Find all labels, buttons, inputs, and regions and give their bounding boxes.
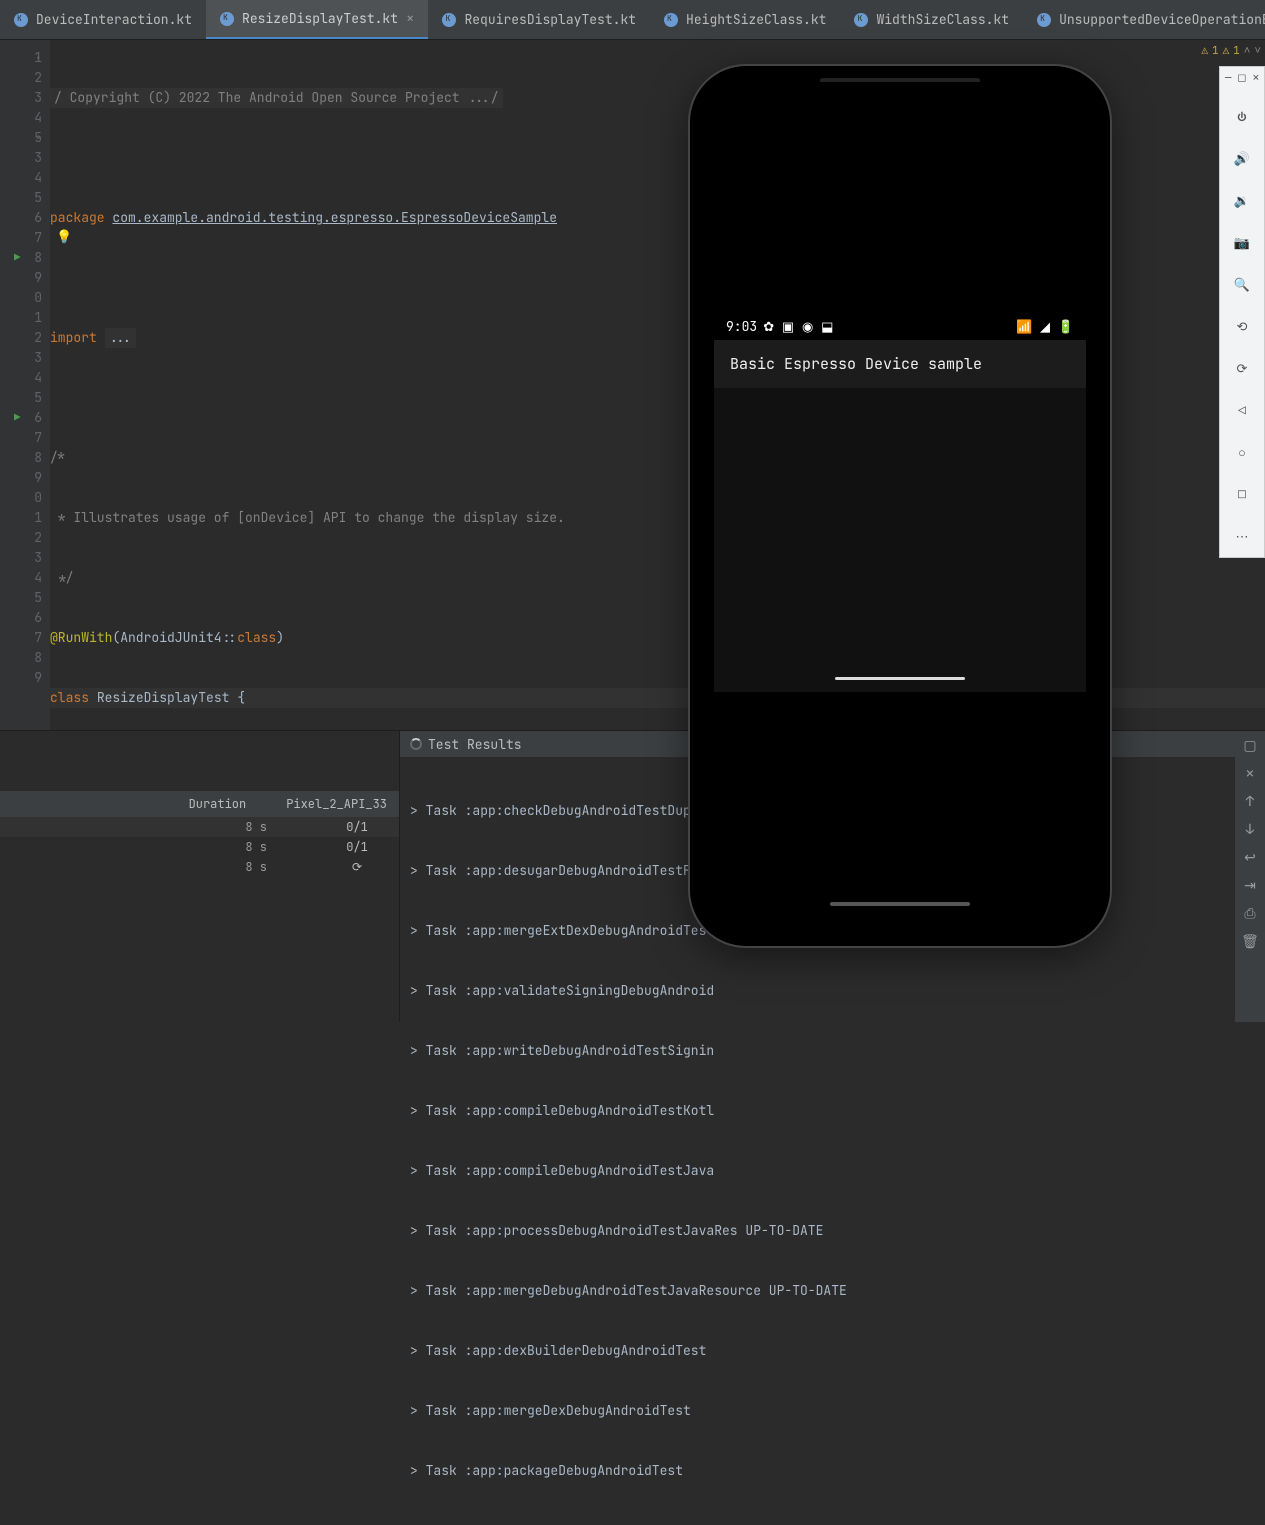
editor-tab-bar: DeviceInteraction.kt ResizeDisplayTest.k… — [0, 0, 1265, 40]
screenshot-icon[interactable]: 📷 — [1225, 225, 1259, 259]
emulator-device-frame: 9:03 ✿ ▣ ◉ ⬓ 📶 ◢ 🔋 Basic Espresso Device… — [690, 66, 1110, 946]
power-icon[interactable]: ⏻ — [1225, 99, 1259, 133]
line-gutter: 1▸ 234 5▸ 3456 7 8▶ 9012345 6▶ 789012345… — [0, 40, 50, 730]
print-icon[interactable]: ⎙ — [1244, 905, 1255, 923]
volume-down-icon[interactable]: 🔉 — [1225, 183, 1259, 217]
tab-label: ResizeDisplayTest.kt — [242, 10, 398, 27]
down-icon[interactable]: ↓ — [1246, 821, 1254, 839]
tab-deviceinteraction[interactable]: DeviceInteraction.kt — [0, 0, 206, 39]
test-row[interactable]: 8 s 0/1 — [0, 817, 399, 837]
status-icons: ✿ ▣ ◉ ⬓ — [763, 318, 833, 335]
tab-label: HeightSizeClass.kt — [686, 11, 826, 28]
copyright-comment: / Copyright (C) 2022 The Android Open So… — [50, 88, 503, 108]
close-panel-icon[interactable]: ✕ — [1246, 765, 1254, 783]
inspection-summary[interactable]: ⚠1 ⚠1 ˄ ˅ — [1201, 44, 1261, 58]
prev-highlight-icon[interactable]: ˄ — [1244, 44, 1251, 58]
nav-handle — [830, 902, 970, 906]
scroll-to-end-icon[interactable]: ⇥ — [1244, 877, 1256, 895]
tab-heightsizeclass[interactable]: HeightSizeClass.kt — [650, 0, 840, 39]
tab-label: WidthSizeClass.kt — [876, 11, 1009, 28]
fold-icon[interactable]: ▸ — [36, 128, 41, 148]
emulator-screen[interactable]: 9:03 ✿ ▣ ◉ ⬓ 📶 ◢ 🔋 Basic Espresso Device… — [714, 312, 1086, 692]
tab-label: RequiresDisplayTest.kt — [464, 11, 636, 28]
intention-bulb-icon[interactable]: 💡 — [56, 228, 72, 245]
home-icon[interactable]: ○ — [1225, 435, 1259, 469]
soft-wrap-icon[interactable]: ↩ — [1244, 849, 1256, 867]
tab-resizedisplaytest[interactable]: ResizeDisplayTest.kt × — [206, 0, 428, 39]
clock: 9:03 — [726, 318, 757, 335]
rotate-left-icon[interactable]: ⟲ — [1225, 309, 1259, 343]
close-tab-icon[interactable]: × — [406, 10, 414, 28]
close-icon[interactable]: ✕ — [1253, 71, 1260, 85]
warning-icon: ⚠ — [1223, 44, 1230, 58]
rotate-right-icon[interactable]: ⟳ — [1225, 351, 1259, 385]
run-class-gutter-icon[interactable]: ▶ — [14, 248, 21, 268]
kotlin-file-icon — [854, 13, 868, 27]
kotlin-file-icon — [1037, 13, 1051, 27]
output-title: Test Results — [428, 736, 522, 753]
test-row[interactable]: 8 s ⟳ — [0, 857, 399, 877]
kotlin-file-icon — [442, 13, 456, 27]
status-right-icons: 📶 ◢ 🔋 — [1016, 318, 1074, 335]
progress-spinner-icon — [410, 738, 422, 750]
back-icon[interactable]: ◁ — [1225, 393, 1259, 427]
tab-requiresdisplaytest[interactable]: RequiresDisplayTest.kt — [428, 0, 650, 39]
output-side-toolbar: ▢ ✕ ↑ ↓ ↩ ⇥ ⎙ 🗑 — [1235, 731, 1265, 1022]
layout-icon[interactable]: ▢ — [1243, 737, 1256, 755]
float-icon[interactable]: ◻ — [1237, 71, 1246, 85]
overview-icon[interactable]: □ — [1225, 477, 1259, 511]
tab-label: DeviceInteraction.kt — [36, 11, 192, 28]
tab-widthsizeclass[interactable]: WidthSizeClass.kt — [840, 0, 1023, 39]
zoom-icon[interactable]: 🔍 — [1225, 267, 1259, 301]
run-test-gutter-icon[interactable]: ▶ — [14, 408, 21, 428]
minimize-icon[interactable]: — — [1225, 71, 1232, 85]
trash-icon[interactable]: 🗑 — [1241, 933, 1259, 951]
warning-icon: ⚠ — [1201, 44, 1208, 58]
fold-icon[interactable]: ▸ — [36, 48, 41, 68]
col-duration: Duration — [189, 796, 247, 812]
test-tree-panel: Duration Pixel_2_API_33 8 s 0/1 8 s 0/1 … — [0, 731, 400, 1022]
tab-label: UnsupportedDeviceOperationExcepti — [1059, 11, 1265, 28]
volume-up-icon[interactable]: 🔊 — [1225, 141, 1259, 175]
android-status-bar: 9:03 ✿ ▣ ◉ ⬓ 📶 ◢ 🔋 — [714, 312, 1086, 340]
kotlin-file-icon — [14, 13, 28, 27]
kotlin-file-icon — [220, 12, 234, 26]
up-icon[interactable]: ↑ — [1246, 793, 1254, 811]
app-title-bar: Basic Espresso Device sample — [714, 340, 1086, 388]
gesture-bar[interactable] — [835, 677, 965, 680]
more-icon[interactable]: ⋯ — [1225, 519, 1259, 553]
tab-unsupportedexception[interactable]: UnsupportedDeviceOperationExcepti — [1023, 0, 1265, 39]
kotlin-file-icon — [664, 13, 678, 27]
col-device: Pixel_2_API_33 — [286, 796, 387, 812]
test-tree-header: Duration Pixel_2_API_33 — [0, 791, 399, 817]
test-row[interactable]: 8 s 0/1 — [0, 837, 399, 857]
emulator-toolbar: — ◻ ✕ ⏻ 🔊 🔉 📷 🔍 ⟲ ⟳ ◁ ○ □ ⋯ — [1219, 66, 1265, 558]
spinner-icon: ⟳ — [327, 859, 387, 875]
next-highlight-icon[interactable]: ˅ — [1254, 44, 1261, 58]
